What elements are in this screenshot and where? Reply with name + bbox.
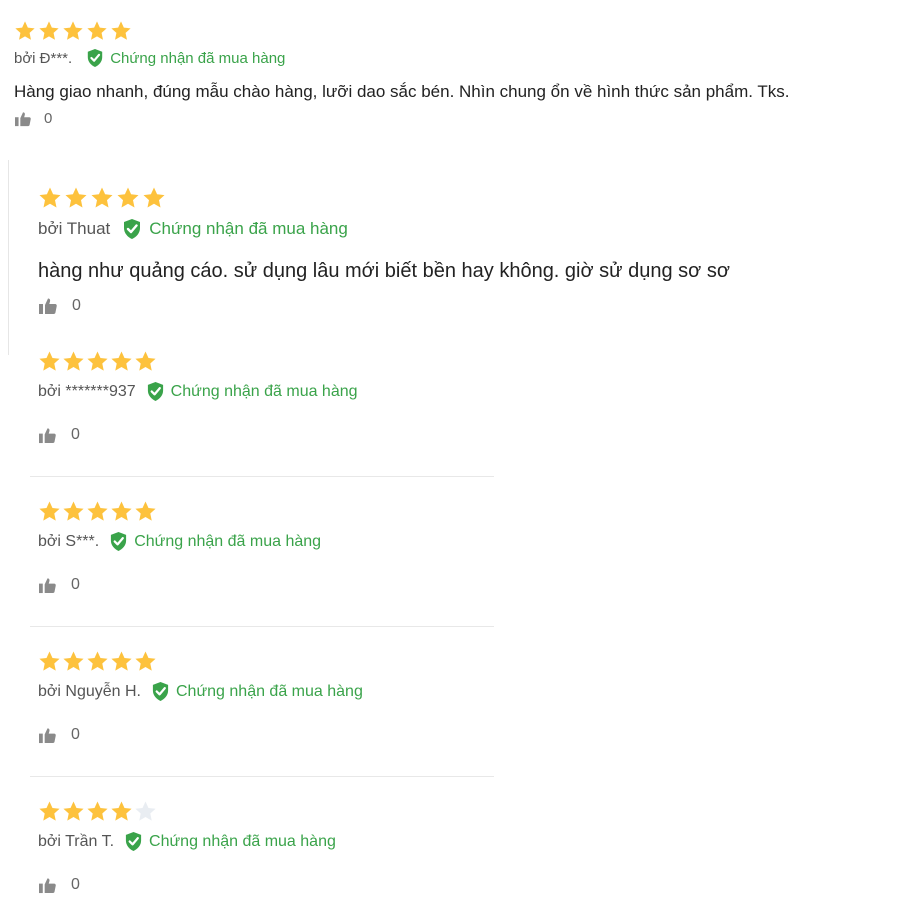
star-filled-icon <box>14 20 36 42</box>
verified-shield-check-icon <box>146 381 165 402</box>
like-count: 0 <box>44 110 53 127</box>
star-filled-icon <box>116 186 140 210</box>
star-filled-icon <box>86 650 109 673</box>
verified-purchase-label: Chứng nhận đã mua hàng <box>134 532 322 550</box>
star-filled-icon <box>134 650 157 673</box>
verified-shield-check-icon <box>109 531 128 552</box>
star-filled-icon <box>110 650 133 673</box>
star-filled-icon <box>90 186 114 210</box>
verified-purchase-label: Chứng nhận đã mua hàng <box>170 382 358 400</box>
star-filled-icon <box>134 500 157 523</box>
verified-shield-check-icon <box>151 681 170 702</box>
star-rating <box>38 350 358 373</box>
star-filled-icon <box>38 500 61 523</box>
review-meta: bởi Đ***. Chứng nhận đã mua hàng <box>14 48 790 68</box>
like-count: 0 <box>71 876 80 893</box>
like-button[interactable]: 0 <box>14 110 790 127</box>
verified-purchase-label: Chứng nhận đã mua hàng <box>149 219 348 238</box>
star-filled-icon <box>134 350 157 373</box>
star-rating <box>14 20 790 42</box>
like-button[interactable]: 0 <box>38 297 730 315</box>
star-filled-icon <box>142 186 166 210</box>
star-rating <box>38 800 336 823</box>
review-item: bởi Đ***. Chứng nhận đã mua hàng Hàng gi… <box>14 20 790 127</box>
star-rating <box>38 186 730 210</box>
thumbs-up-icon <box>38 727 57 744</box>
star-filled-icon <box>110 800 133 823</box>
verified-shield-check-icon <box>124 831 143 852</box>
star-filled-icon <box>86 800 109 823</box>
verified-purchase-label: Chứng nhận đã mua hàng <box>110 49 286 67</box>
review-author: bởi Nguyễn H. <box>38 682 141 700</box>
star-filled-icon <box>38 20 60 42</box>
like-button[interactable]: 0 <box>38 426 358 444</box>
review-content: hàng như quảng cáo. sử dụng lâu mới biết… <box>38 260 730 282</box>
like-button[interactable]: 0 <box>38 576 321 594</box>
review-item: bởi Trần T. Chứng nhận đã mua hàng 0 <box>38 800 336 894</box>
star-filled-icon <box>62 350 85 373</box>
review-meta: bởi S***. Chứng nhận đã mua hàng <box>38 531 321 552</box>
star-filled-icon <box>62 20 84 42</box>
star-filled-icon <box>110 350 133 373</box>
review-divider <box>30 776 494 777</box>
star-filled-icon <box>110 500 133 523</box>
review-item: bởi Nguyễn H. Chứng nhận đã mua hàng 0 <box>38 650 363 744</box>
star-empty-icon <box>134 800 157 823</box>
review-author: bởi Thuat <box>38 219 111 238</box>
verified-purchase-label: Chứng nhận đã mua hàng <box>175 682 363 700</box>
star-rating <box>38 650 363 673</box>
star-filled-icon <box>62 650 85 673</box>
star-filled-icon <box>110 20 132 42</box>
review-author: bởi Đ***. <box>14 49 73 67</box>
review-meta: bởi Nguyễn H. Chứng nhận đã mua hàng <box>38 681 363 702</box>
review-meta: bởi Thuat Chứng nhận đã mua hàng <box>38 218 730 240</box>
review-meta: bởi Trần T. Chứng nhận đã mua hàng <box>38 831 336 852</box>
like-count: 0 <box>71 726 80 743</box>
star-filled-icon <box>38 186 62 210</box>
like-count: 0 <box>72 297 81 314</box>
review-thread-line <box>8 160 9 355</box>
like-count: 0 <box>71 426 80 443</box>
thumbs-up-icon <box>38 877 57 894</box>
star-filled-icon <box>38 350 61 373</box>
star-filled-icon <box>86 350 109 373</box>
review-item: bởi *******937 Chứng nhận đã mua hàng 0 <box>38 350 358 444</box>
thumbs-up-icon <box>14 111 32 127</box>
like-button[interactable]: 0 <box>38 876 336 894</box>
review-meta: bởi *******937 Chứng nhận đã mua hàng <box>38 381 358 402</box>
verified-shield-check-icon <box>86 48 104 68</box>
review-item: bởi Thuat Chứng nhận đã mua hàng hàng nh… <box>38 186 730 315</box>
star-rating <box>38 500 321 523</box>
review-author: bởi *******937 <box>38 382 136 400</box>
star-filled-icon <box>64 186 88 210</box>
star-filled-icon <box>38 650 61 673</box>
review-divider <box>30 626 494 627</box>
review-author: bởi S***. <box>38 532 100 550</box>
star-filled-icon <box>62 800 85 823</box>
like-count: 0 <box>71 576 80 593</box>
like-button[interactable]: 0 <box>38 726 363 744</box>
star-filled-icon <box>86 20 108 42</box>
thumbs-up-icon <box>38 577 57 594</box>
star-filled-icon <box>38 800 61 823</box>
star-filled-icon <box>62 500 85 523</box>
star-filled-icon <box>86 500 109 523</box>
verified-shield-check-icon <box>122 218 142 240</box>
review-author: bởi Trần T. <box>38 832 115 850</box>
review-divider <box>30 476 494 477</box>
review-content: Hàng giao nhanh, đúng mẫu chào hàng, lưỡ… <box>14 82 790 101</box>
review-item: bởi S***. Chứng nhận đã mua hàng 0 <box>38 500 321 594</box>
thumbs-up-icon <box>38 297 58 315</box>
thumbs-up-icon <box>38 427 57 444</box>
verified-purchase-label: Chứng nhận đã mua hàng <box>149 832 336 850</box>
